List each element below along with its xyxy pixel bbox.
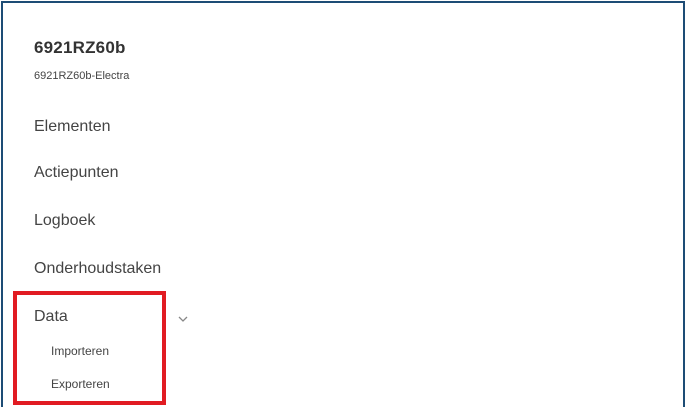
- subnav-item-importeren[interactable]: Importeren: [51, 344, 109, 358]
- chevron-down-icon[interactable]: [176, 313, 190, 325]
- nav-item-logboek[interactable]: Logboek: [34, 212, 95, 230]
- asset-subtitle: 6921RZ60b-Electra: [34, 70, 130, 82]
- subnav-item-exporteren[interactable]: Exporteren: [51, 377, 110, 391]
- asset-title: 6921RZ60b: [34, 38, 126, 57]
- nav-item-data[interactable]: Data: [34, 308, 68, 326]
- nav-item-onderhoudstaken[interactable]: Onderhoudstaken: [34, 260, 161, 278]
- nav-item-actiepunten[interactable]: Actiepunten: [34, 164, 119, 182]
- nav-item-elementen[interactable]: Elementen: [34, 118, 111, 136]
- panel-frame: 6921RZ60b 6921RZ60b-Electra Elementen Ac…: [1, 1, 685, 407]
